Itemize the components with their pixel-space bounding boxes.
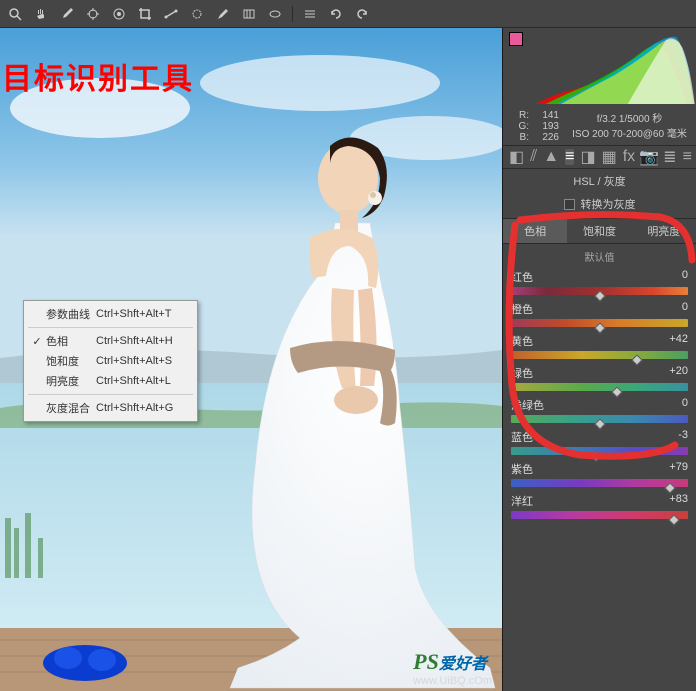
image-canvas[interactable]: 目标识别工具 参数曲线 Ctrl+Shft+Alt+T ✓ 色相 Ctrl+Sh…	[0, 28, 502, 691]
spot-icon[interactable]	[188, 5, 206, 23]
grayscale-checkbox[interactable]	[564, 199, 575, 210]
slider-thumb[interactable]	[665, 482, 676, 493]
histogram-canvas	[527, 32, 696, 104]
menu-separator	[28, 327, 193, 328]
slider-aqua-value[interactable]: 0	[682, 397, 688, 413]
menu-separator	[28, 394, 193, 395]
right-panel: R:141 G:193 B:226 f/3.2 1/5000 秒 ISO 200…	[502, 28, 696, 691]
rotate-cw-icon[interactable]	[353, 5, 371, 23]
slider-thumb[interactable]	[631, 354, 642, 365]
slider-thumb[interactable]	[612, 386, 623, 397]
annotation-label: 目标识别工具	[2, 54, 194, 98]
slider-green-value[interactable]: +20	[669, 365, 688, 381]
basic-icon[interactable]: ◧	[509, 149, 524, 165]
watermark: PS爱好者 www.UiBQ.cOm	[413, 649, 492, 687]
brush-icon[interactable]	[214, 5, 232, 23]
slider-thumb[interactable]	[594, 290, 605, 301]
slider-purple-value[interactable]: +79	[669, 461, 688, 477]
slider-blue[interactable]: 蓝色-3	[511, 429, 688, 455]
lens-icon[interactable]: ▦	[602, 149, 617, 165]
tab-hue[interactable]: 色相	[503, 219, 567, 243]
curve-icon[interactable]: ⫽	[530, 149, 537, 165]
slider-thumb[interactable]	[594, 418, 605, 429]
exif-line1: f/3.2 1/5000 秒	[571, 110, 688, 125]
fx-icon[interactable]: fx	[623, 149, 635, 165]
menu-item-gray-mix[interactable]: 灰度混合 Ctrl+Shft+Alt+G	[24, 398, 197, 418]
slider-yellow-value[interactable]: +42	[669, 333, 688, 349]
slider-purple[interactable]: 紫色+79	[511, 461, 688, 487]
hsl-tabs: 色相 饱和度 明亮度	[503, 218, 696, 244]
hsl-sliders: 红色0 橙色0 黄色+42 绿色+20 浅绿色0 蓝色-3	[503, 269, 696, 525]
presets-icon[interactable]: ≣	[663, 149, 676, 165]
color-sampler-icon[interactable]	[84, 5, 102, 23]
sample-swatch[interactable]	[509, 32, 523, 46]
slider-thumb[interactable]	[590, 450, 601, 461]
target-adjust-icon[interactable]	[110, 5, 128, 23]
slider-magenta[interactable]: 洋红+83	[511, 493, 688, 519]
separator	[292, 6, 293, 22]
tab-saturation[interactable]: 饱和度	[567, 219, 631, 243]
menu-item-hue[interactable]: ✓ 色相 Ctrl+Shft+Alt+H	[24, 331, 197, 351]
rgb-g: 193	[529, 121, 559, 132]
convert-grayscale-row[interactable]: 转换为灰度	[503, 193, 696, 218]
gradient-icon[interactable]	[240, 5, 258, 23]
slider-red-value[interactable]: 0	[682, 269, 688, 285]
zoom-icon[interactable]	[6, 5, 24, 23]
grayscale-label: 转换为灰度	[581, 196, 636, 212]
target-adjust-context-menu: 参数曲线 Ctrl+Shft+Alt+T ✓ 色相 Ctrl+Shft+Alt+…	[23, 300, 198, 422]
menu-item-parametric-curve[interactable]: 参数曲线 Ctrl+Shft+Alt+T	[24, 304, 197, 324]
slider-yellow[interactable]: 黄色+42	[511, 333, 688, 359]
tab-luminance[interactable]: 明亮度	[632, 219, 696, 243]
rgb-r: 141	[529, 110, 559, 121]
rgb-b: 226	[529, 132, 559, 143]
default-label: 默认值	[503, 244, 696, 269]
radial-icon[interactable]	[266, 5, 284, 23]
check-icon: ✓	[28, 335, 46, 348]
slider-thumb[interactable]	[668, 514, 679, 525]
camera-icon[interactable]: 📷	[641, 149, 657, 165]
split-icon[interactable]: ◨	[580, 149, 595, 165]
menu-item-luminance[interactable]: 明亮度 Ctrl+Shft+Alt+L	[24, 371, 197, 391]
slider-blue-value[interactable]: -3	[678, 429, 688, 445]
rotate-ccw-icon[interactable]	[327, 5, 345, 23]
preferences-icon[interactable]	[301, 5, 319, 23]
slider-magenta-value[interactable]: +83	[669, 493, 688, 509]
exif-line2: ISO 200 70-200@60 毫米	[571, 125, 688, 140]
top-toolbar	[0, 0, 696, 28]
hand-icon[interactable]	[32, 5, 50, 23]
slider-orange-value[interactable]: 0	[682, 301, 688, 317]
histogram[interactable]	[503, 28, 696, 108]
straighten-icon[interactable]	[162, 5, 180, 23]
panel-menu-icon[interactable]: ≡	[683, 149, 692, 165]
crop-icon[interactable]	[136, 5, 154, 23]
panel-title: HSL / 灰度	[503, 169, 696, 193]
slider-orange[interactable]: 橙色0	[511, 301, 688, 327]
slider-aqua[interactable]: 浅绿色0	[511, 397, 688, 423]
menu-item-saturation[interactable]: 饱和度 Ctrl+Shft+Alt+S	[24, 351, 197, 371]
slider-green[interactable]: 绿色+20	[511, 365, 688, 391]
info-readout: R:141 G:193 B:226 f/3.2 1/5000 秒 ISO 200…	[503, 108, 696, 145]
hsl-icon[interactable]: ≡	[565, 149, 574, 165]
panel-tab-icons: ◧ ⫽ ▲ ≡ ◨ ▦ fx 📷 ≣ ≡	[503, 145, 696, 169]
slider-red[interactable]: 红色0	[511, 269, 688, 295]
eyedropper-icon[interactable]	[58, 5, 76, 23]
slider-thumb[interactable]	[594, 322, 605, 333]
detail-icon[interactable]: ▲	[543, 149, 559, 165]
